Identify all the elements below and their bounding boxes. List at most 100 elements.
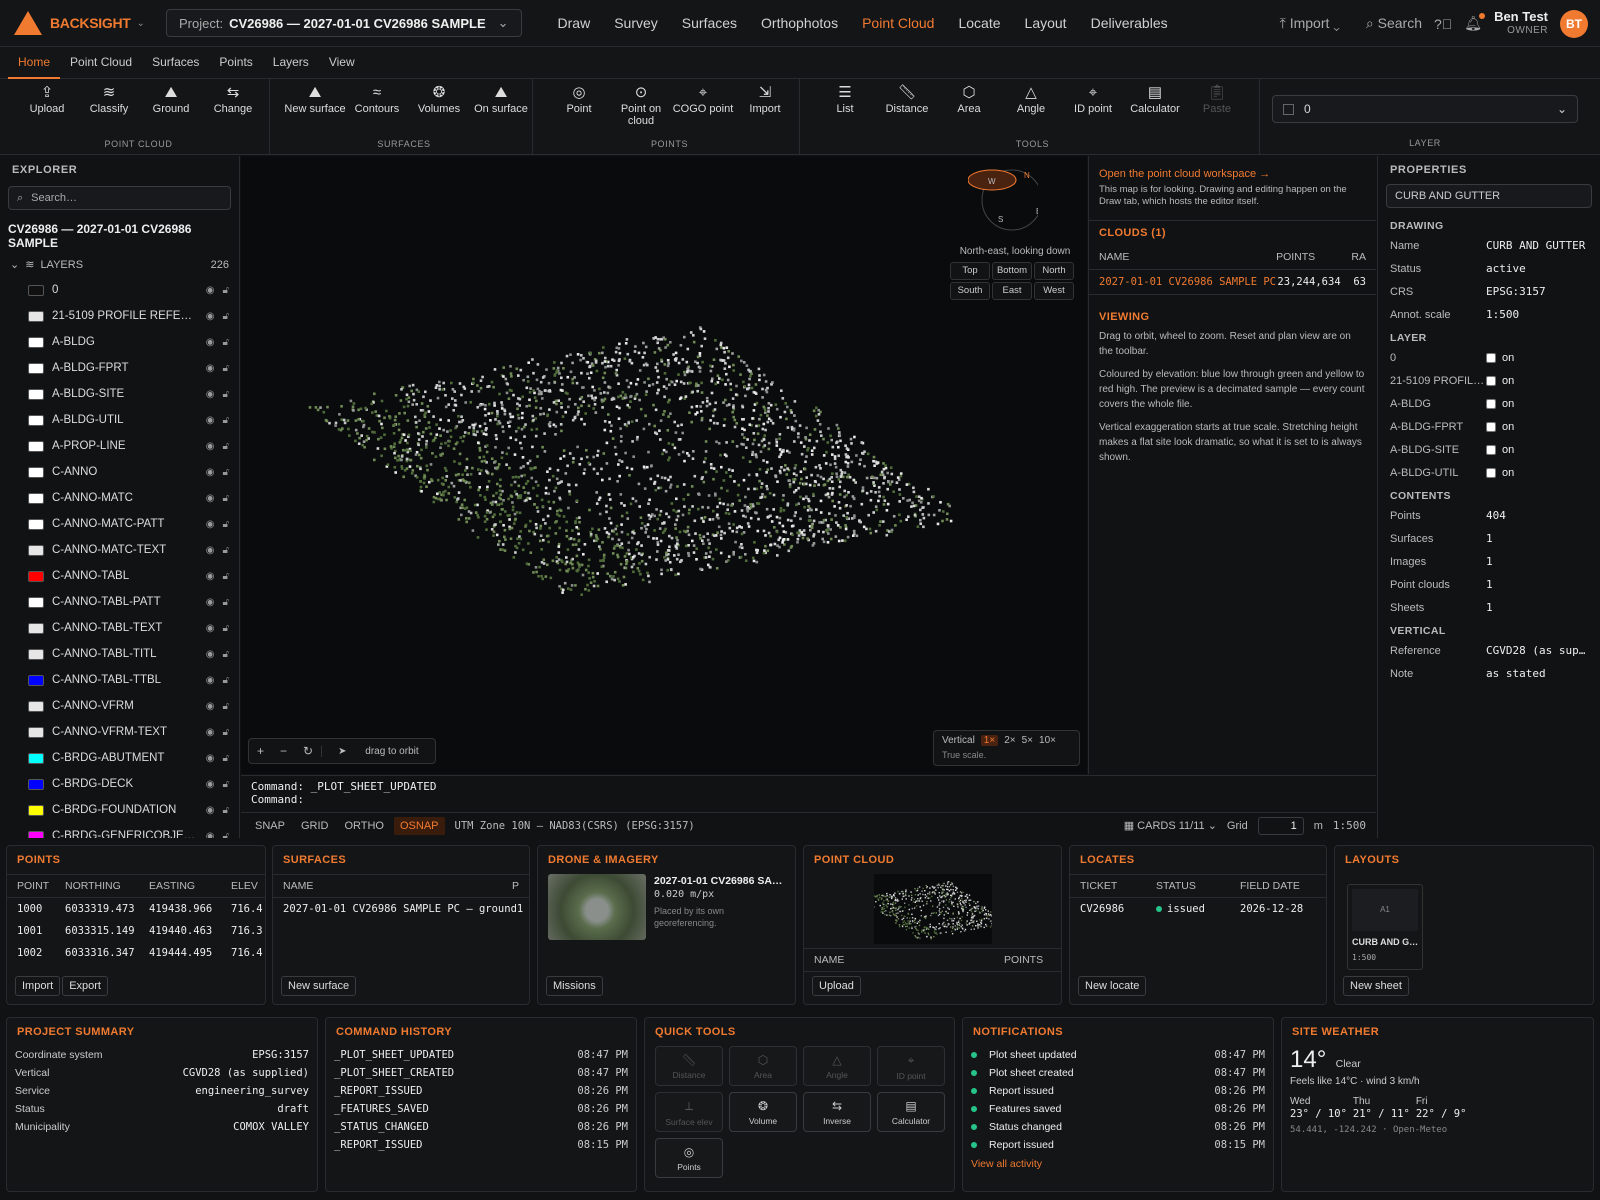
eye-icon[interactable]: ◉ [206, 441, 215, 452]
new-sheet-button[interactable]: New sheet [1343, 976, 1409, 996]
view-all-activity-link[interactable]: View all activity [963, 1154, 1273, 1174]
layer-visible-checkbox[interactable] [1486, 467, 1496, 478]
lock-icon[interactable]: 🔓︎ [223, 727, 229, 738]
layer-color-swatch[interactable] [28, 388, 44, 400]
list-item[interactable]: C-ANNO-MATC-TEXT ◉ 🔓︎ [0, 537, 239, 563]
properties-name-input[interactable]: CURB AND GUTTER [1386, 184, 1592, 208]
list-item[interactable]: A-PROP-LINE ◉ 🔓︎ [0, 433, 239, 459]
history-row[interactable]: _PLOT_SHEET_CREATED 08:47 PM [326, 1064, 636, 1082]
contours-button[interactable]: ≈ Contours [346, 85, 408, 115]
list-item[interactable]: C-ANNO-VFRM ◉ 🔓︎ [0, 693, 239, 719]
search-button[interactable]: ⌕ Search [1366, 15, 1422, 32]
vertical-4-option[interactable]: 10× [1039, 735, 1056, 746]
view-north-button[interactable]: North [1034, 262, 1074, 280]
eye-icon[interactable]: ◉ [206, 727, 215, 738]
layer-color-swatch[interactable] [28, 622, 44, 634]
points-tool[interactable]: ◎ Points [655, 1138, 723, 1178]
nav-layout[interactable]: Layout [1013, 15, 1079, 31]
table-row[interactable]: 1001 6033315.149 419440.463 716.3 [7, 920, 265, 942]
tab-view[interactable]: View [319, 47, 365, 79]
grid-input[interactable]: 1 [1257, 816, 1304, 835]
imagery-item[interactable]: 2027-01-01 CV26986 SAM… 0.020 m/px Place… [538, 874, 795, 940]
upload-button[interactable]: Upload [812, 976, 861, 996]
layer-visible-checkbox[interactable] [1486, 398, 1496, 409]
notification-row[interactable]: Status changed 08:26 PM [963, 1118, 1273, 1136]
property-row[interactable]: 21-5109 PROFIL… on [1378, 369, 1600, 392]
table-row[interactable]: 1000 6033319.473 419438.966 716.4 [7, 898, 265, 920]
eye-icon[interactable]: ◉ [206, 415, 215, 426]
volume-tool[interactable]: ❂ Volume [729, 1092, 797, 1132]
notification-row[interactable]: Report issued 08:15 PM [963, 1136, 1273, 1154]
layer-selector[interactable]: 0 ⌄ [1272, 95, 1578, 123]
sheet-tile[interactable]: A1 CURB AND G… 1:500 [1347, 884, 1423, 970]
id-point-button[interactable]: ⌖ ID point [1062, 85, 1124, 115]
layer-color-swatch[interactable] [28, 804, 44, 816]
nav-point-cloud[interactable]: Point Cloud [850, 15, 946, 31]
layer-color-swatch[interactable] [28, 518, 44, 530]
zoom-out-button[interactable]: − [272, 744, 295, 758]
point-button[interactable]: ◎ Point [548, 85, 610, 115]
user-info[interactable]: Ben Test OWNER [1494, 9, 1548, 38]
missions-button[interactable]: Missions [546, 976, 603, 996]
eye-icon[interactable]: ◉ [206, 389, 215, 400]
eye-icon[interactable]: ◉ [206, 831, 215, 839]
lock-icon[interactable]: 🔓︎ [223, 285, 229, 296]
tab-home[interactable]: Home [8, 47, 61, 79]
open-workspace-link[interactable]: Open the point cloud workspace → [1099, 168, 1366, 180]
layer-visible-checkbox[interactable] [1486, 444, 1496, 455]
list-item[interactable]: A-BLDG-FPRT ◉ 🔓︎ [0, 355, 239, 381]
eye-icon[interactable]: ◉ [206, 285, 215, 296]
on-surface-button[interactable]: ⛰︎ On surface [470, 85, 532, 115]
lock-icon[interactable]: 🔓︎ [223, 493, 229, 504]
avatar[interactable]: BT [1560, 9, 1588, 38]
change-button[interactable]: ⇆ Change [202, 85, 264, 115]
lock-icon[interactable]: 🔓︎ [223, 441, 229, 452]
tab-points[interactable]: Points [209, 47, 262, 79]
layer-color-swatch[interactable] [28, 830, 44, 838]
layer-color-swatch[interactable] [28, 674, 44, 686]
property-row[interactable]: 0 on [1378, 346, 1600, 369]
history-row[interactable]: _REPORT_ISSUED 08:15 PM [326, 1136, 636, 1154]
lock-icon[interactable]: 🔓︎ [223, 415, 229, 426]
grid-toggle[interactable]: GRID [295, 817, 335, 835]
layer-color-swatch[interactable] [28, 726, 44, 738]
nav-survey[interactable]: Survey [602, 15, 670, 31]
lock-icon[interactable]: 🔓︎ [223, 467, 229, 478]
inverse-tool[interactable]: ⇆ Inverse [803, 1092, 871, 1132]
layer-color-swatch[interactable] [28, 570, 44, 582]
tab-surfaces[interactable]: Surfaces [142, 47, 209, 79]
layer-color-swatch[interactable] [28, 284, 44, 296]
compass[interactable]: N W E S [967, 164, 1043, 237]
vertical-2-option[interactable]: 2× [1004, 735, 1015, 746]
list-item[interactable]: 21-5109 PROFILE REFERE… ◉ 🔓︎ [0, 303, 239, 329]
layer-color-swatch[interactable] [28, 466, 44, 478]
layer-color-swatch[interactable] [28, 648, 44, 660]
list-item[interactable]: C-BRDG-FOUNDATION ◉ 🔓︎ [0, 797, 239, 823]
command-line[interactable]: Command: _PLOT_SHEET_UPDATED Command: [241, 775, 1376, 811]
lock-icon[interactable]: 🔓︎ [223, 779, 229, 790]
snap-toggle[interactable]: SNAP [249, 817, 291, 835]
layer-color-swatch[interactable] [28, 362, 44, 374]
chevron-down-icon[interactable]: ⌄ [137, 18, 145, 29]
table-row[interactable]: CV26986 issued 2026-12-28 [1070, 898, 1326, 920]
eye-icon[interactable]: ◉ [206, 779, 215, 790]
lock-icon[interactable]: 🔓︎ [223, 363, 229, 374]
layer-color-swatch[interactable] [28, 544, 44, 556]
notification-row[interactable]: Plot sheet created 08:47 PM [963, 1064, 1273, 1082]
lock-icon[interactable]: 🔓︎ [223, 389, 229, 400]
view-south-button[interactable]: South [950, 282, 990, 300]
classify-button[interactable]: ≋ Classify [78, 85, 140, 115]
lock-icon[interactable]: 🔓︎ [223, 753, 229, 764]
history-row[interactable]: _REPORT_ISSUED 08:26 PM [326, 1082, 636, 1100]
eye-icon[interactable]: ◉ [206, 805, 215, 816]
list-item[interactable]: C-ANNO-MATC-PATT ◉ 🔓︎ [0, 511, 239, 537]
table-row[interactable]: 2027-01-01 CV26986 SAMPLE PC — ground 1 [273, 898, 529, 920]
eye-icon[interactable]: ◉ [206, 363, 215, 374]
list-item[interactable]: C-BRDG-DECK ◉ 🔓︎ [0, 771, 239, 797]
list-item[interactable]: A-BLDG-SITE ◉ 🔓︎ [0, 381, 239, 407]
view-east-button[interactable]: East [992, 282, 1032, 300]
lock-icon[interactable]: 🔓︎ [223, 831, 229, 839]
list-item[interactable]: 0 ◉ 🔓︎ [0, 277, 239, 303]
lock-icon[interactable]: 🔓︎ [223, 675, 229, 686]
property-row[interactable]: A-BLDG-FPRT on [1378, 415, 1600, 438]
